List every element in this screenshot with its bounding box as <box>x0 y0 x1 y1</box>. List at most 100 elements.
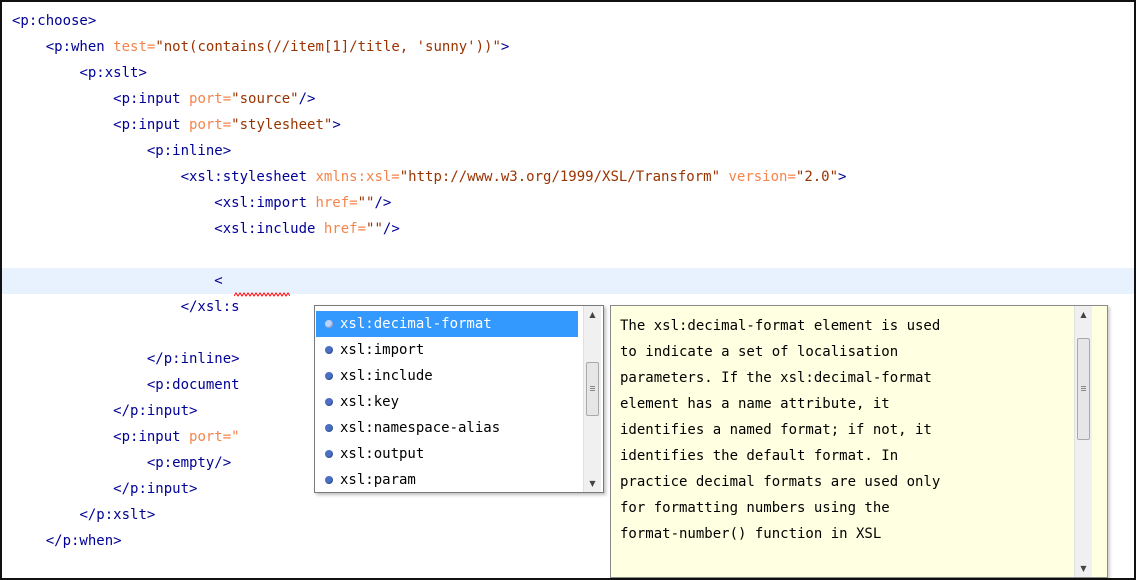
xml-attribute: test= <box>113 39 156 55</box>
code-line[interactable] <box>2 242 1134 268</box>
completion-item-label: xsl:decimal-format <box>340 316 492 332</box>
completion-item[interactable]: xsl:output <box>316 441 578 467</box>
documentation-line: The xsl:decimal-format element is used <box>620 318 941 334</box>
xml-value: "" <box>366 221 383 237</box>
xml-attribute: version= <box>720 169 796 185</box>
scroll-up-icon[interactable]: ▲ <box>584 306 601 323</box>
documentation-line: practice decimal formats are used only <box>620 474 941 490</box>
code-line[interactable]: <p:input port="stylesheet"> <box>2 112 1134 138</box>
xml-attribute: port= <box>189 117 232 133</box>
completion-item-label: xsl:output <box>340 446 425 462</box>
xml-tag: <p:input <box>113 117 190 133</box>
code-line[interactable]: <xsl:stylesheet xmlns:xsl="http://www.w3… <box>2 164 1134 190</box>
completion-item[interactable]: xsl:key <box>316 389 578 415</box>
xml-tag: > <box>332 117 341 133</box>
completion-item-label: xsl:include <box>340 368 433 384</box>
documentation-scrollbar[interactable]: ▲ ▼ <box>1074 306 1092 577</box>
xml-attribute: href= <box>323 221 367 237</box>
xml-tag: <p:document <box>146 377 240 393</box>
xml-tag: <xsl:stylesheet <box>180 169 316 185</box>
code-line[interactable]: <p:input port="source"/> <box>2 86 1134 112</box>
documentation-line: element has a name attribute, it <box>620 396 890 412</box>
completion-item[interactable]: xsl:namespace-alias <box>316 415 578 441</box>
documentation-line: to indicate a set of localisation <box>620 344 899 360</box>
element-bullet-icon <box>325 346 333 354</box>
code-line[interactable]: <p:when test="not(contains(//item[1]/tit… <box>2 34 1134 60</box>
documentation-popup: The xsl:decimal-format element is used to… <box>610 305 1108 578</box>
xml-tag: /> <box>298 91 316 107</box>
scroll-thumb[interactable] <box>586 362 599 416</box>
code-line[interactable]: <p:choose> <box>2 8 1134 34</box>
documentation-line: for formatting numbers using the <box>620 500 890 516</box>
scroll-down-icon[interactable]: ▼ <box>1075 560 1092 577</box>
xml-tag: <p:choose> <box>12 13 97 29</box>
xml-tag: <p:input <box>113 91 190 107</box>
xml-attribute: xmlns:xsl= <box>315 169 400 185</box>
completion-item-label: xsl:key <box>340 394 400 410</box>
xml-tag: > <box>838 169 847 185</box>
code-line[interactable]: <p:inline> <box>2 138 1134 164</box>
documentation-line: format-number() function in XSL <box>620 526 882 542</box>
xml-tag: </p:input> <box>113 403 198 419</box>
xml-tag: </p:input> <box>113 481 198 497</box>
xml-value: "http://www.w3.org/1999/XSL/Transform" <box>399 169 721 185</box>
completion-item[interactable]: xsl:param <box>316 467 578 492</box>
xml-tag: <p:empty/> <box>146 455 232 471</box>
xml-value: "" <box>357 195 375 211</box>
xml-value: "2.0" <box>795 169 839 185</box>
element-bullet-icon <box>325 372 333 380</box>
xml-tag: < <box>214 273 223 289</box>
completion-scrollbar[interactable]: ▲ ▼ <box>583 306 601 492</box>
xml-tag: </p:xslt> <box>79 507 156 523</box>
documentation-line: identifies the default format. In <box>620 448 899 464</box>
code-line[interactable]: <p:xslt> <box>2 60 1134 86</box>
scroll-up-icon[interactable]: ▲ <box>1075 306 1092 323</box>
element-bullet-icon <box>325 398 333 406</box>
xml-tag: <p:input <box>113 429 190 445</box>
code-line[interactable]: < <box>2 268 1134 294</box>
completion-item[interactable]: xsl:include <box>316 363 578 389</box>
xml-value: "stylesheet" <box>231 117 333 133</box>
completion-item-label: xsl:param <box>340 472 416 488</box>
completion-item[interactable]: xsl:decimal-format <box>316 311 578 337</box>
scroll-down-icon[interactable]: ▼ <box>584 475 601 492</box>
code-line[interactable]: <xsl:include href=""/> <box>2 216 1134 242</box>
element-bullet-icon <box>325 476 333 484</box>
error-squiggle <box>234 292 290 297</box>
scroll-thumb[interactable] <box>1077 338 1090 440</box>
xml-attribute: href= <box>315 195 358 211</box>
xml-tag: </p:inline> <box>146 351 240 367</box>
code-line[interactable]: <xsl:import href=""/> <box>2 190 1134 216</box>
element-bullet-icon <box>325 450 333 458</box>
xml-value: "not(contains(//item[1]/title, 'sunny'))… <box>155 39 501 55</box>
xml-tag: <p:xslt> <box>79 65 147 81</box>
xml-attribute: port= <box>189 91 232 107</box>
xml-value: "source" <box>231 91 299 107</box>
xml-tag: </p:when> <box>45 533 122 549</box>
content-completion-popup[interactable]: xsl:decimal-format xsl:import xsl:include x… <box>314 305 604 493</box>
completion-item-label: xsl:import <box>340 342 425 358</box>
xml-tag: <p:inline> <box>146 143 232 159</box>
completion-item[interactable]: xsl:import <box>316 337 578 363</box>
completion-item-label: xsl:namespace-alias <box>340 420 501 436</box>
element-bullet-icon <box>325 424 333 432</box>
xml-attribute: port=" <box>189 429 240 445</box>
xml-tag: <xsl:include <box>214 221 324 237</box>
